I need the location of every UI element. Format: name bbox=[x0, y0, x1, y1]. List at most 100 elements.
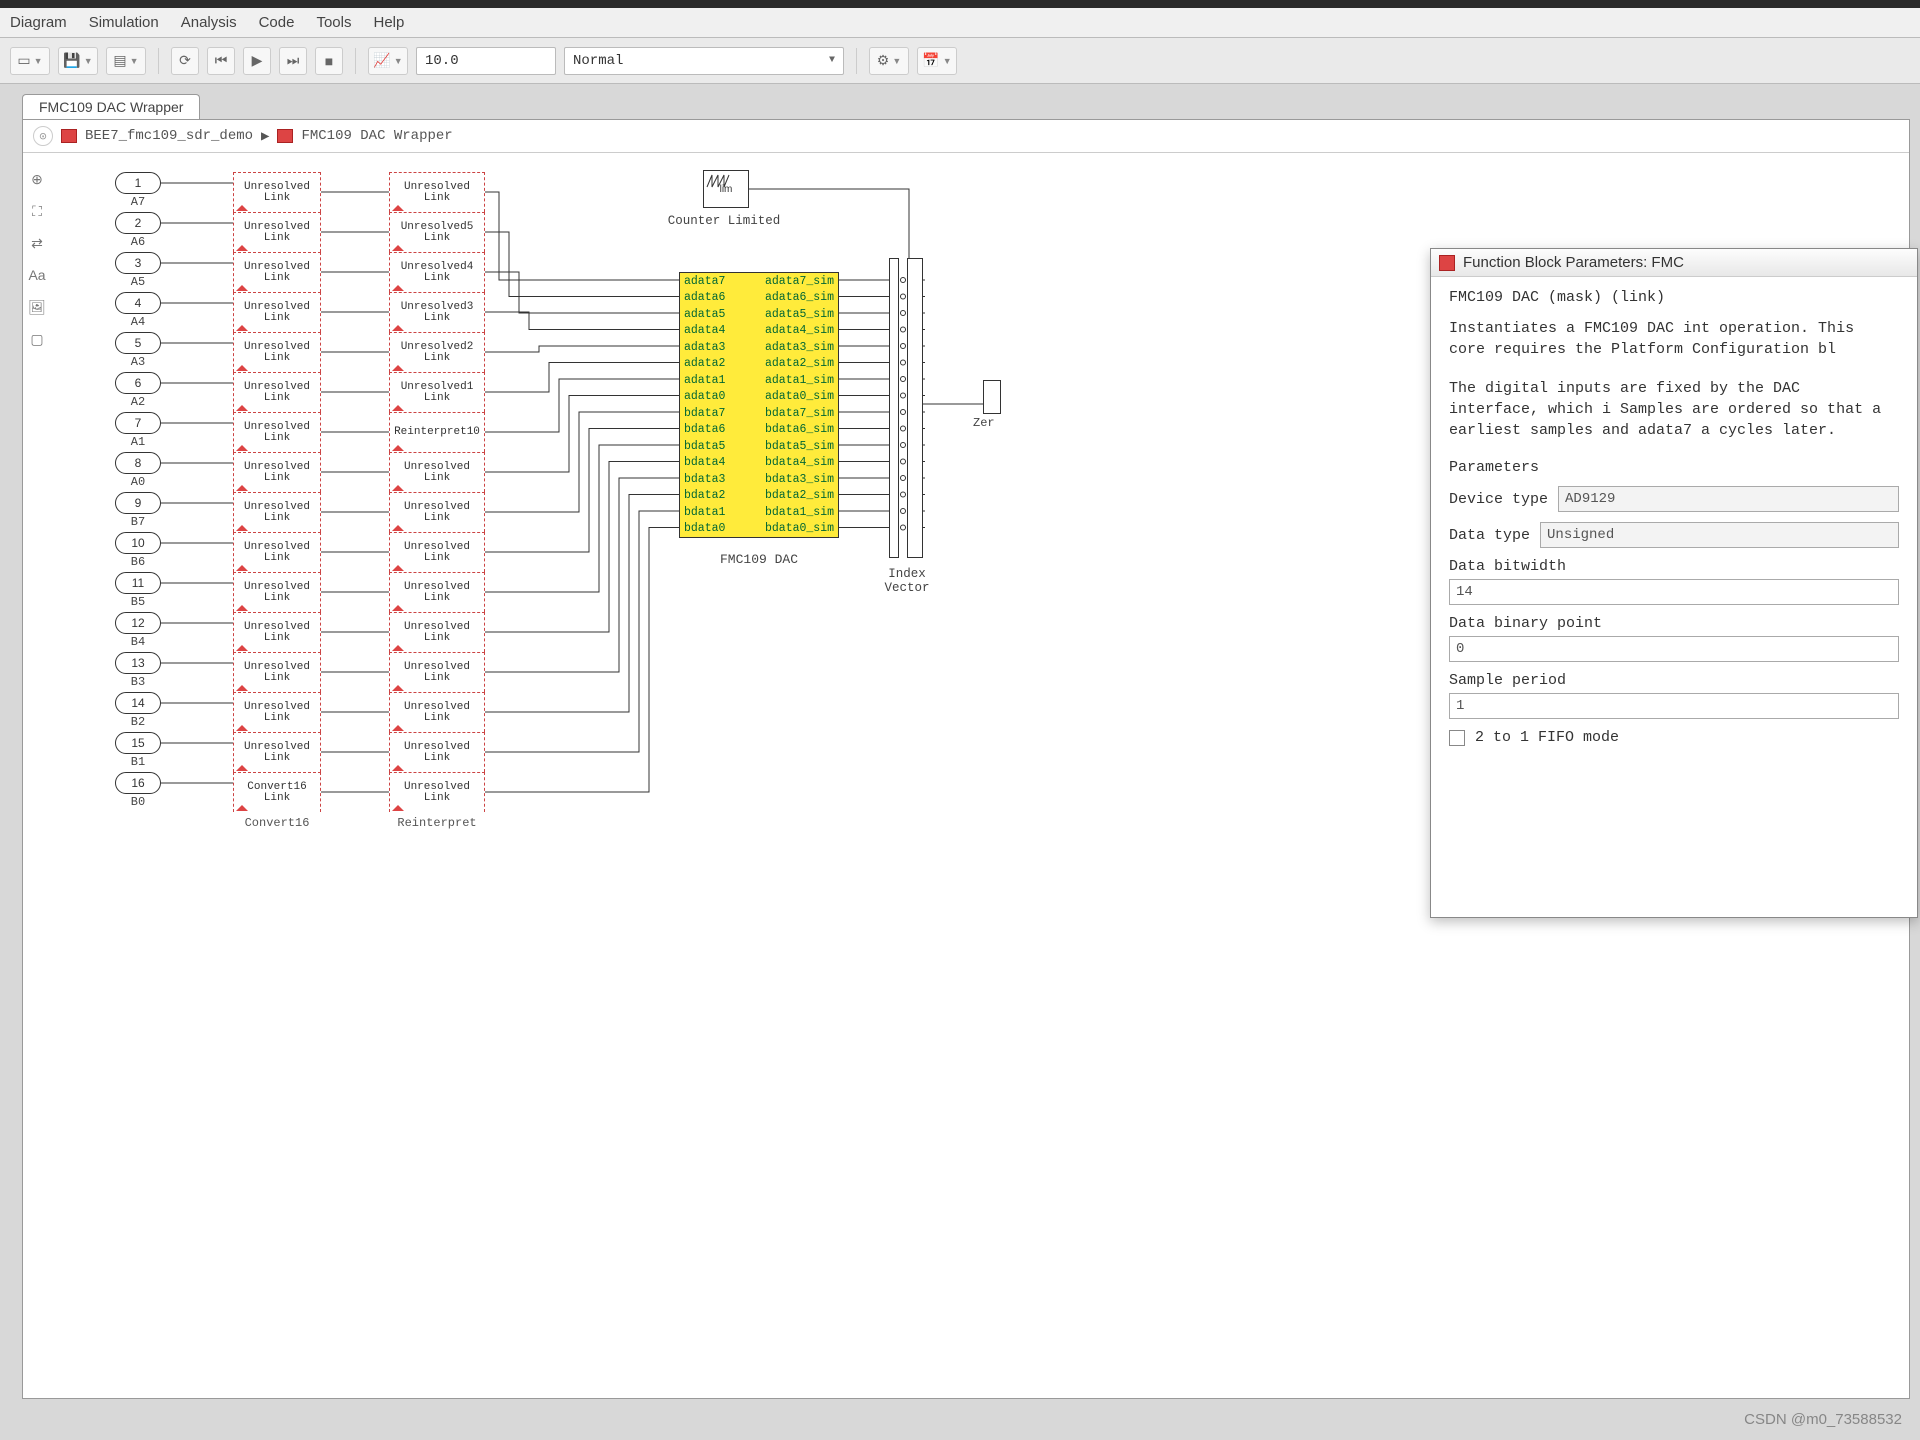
col-convert-cell-14[interactable]: UnresolvedLink bbox=[233, 732, 321, 772]
counter-limited-block[interactable]: lim bbox=[703, 170, 749, 208]
dac-row-bdata7: bdata7bdata7_sim bbox=[680, 405, 838, 422]
col-convert-cell-9[interactable]: UnresolvedLink bbox=[233, 532, 321, 572]
inport-B6[interactable]: 10B6 bbox=[115, 532, 161, 569]
col-convert-cell-8[interactable]: UnresolvedLink bbox=[233, 492, 321, 532]
dac-row-adata6: adata6adata6_sim bbox=[680, 290, 838, 307]
convert-block-column[interactable]: UnresolvedLinkUnresolvedLinkUnresolvedLi… bbox=[233, 172, 321, 830]
col-reint-cell-13[interactable]: UnresolvedLink bbox=[389, 692, 485, 732]
col-reint-cell-12[interactable]: UnresolvedLink bbox=[389, 652, 485, 692]
block-parameters-dialog[interactable]: Function Block Parameters: FMC FMC109 DA… bbox=[1430, 248, 1918, 918]
zero-block[interactable] bbox=[983, 380, 1001, 414]
breadcrumb-root[interactable]: BEE7_fmc109_sdr_demo bbox=[85, 128, 253, 144]
inport-B2[interactable]: 14B2 bbox=[115, 692, 161, 729]
inport-B5[interactable]: 11B5 bbox=[115, 572, 161, 609]
fmc109-dac-block[interactable]: adata7adata7_simadata6adata6_simadata5ad… bbox=[679, 272, 839, 538]
zero-label: Zer bbox=[973, 416, 995, 430]
inport-B0[interactable]: 16B0 bbox=[115, 772, 161, 809]
mask-heading: FMC109 DAC (mask) (link) bbox=[1449, 289, 1899, 306]
inport-B3[interactable]: 13B3 bbox=[115, 652, 161, 689]
col-reint-cell-7[interactable]: UnresolvedLink bbox=[389, 452, 485, 492]
binary-point-field[interactable] bbox=[1449, 636, 1899, 662]
image-icon[interactable]: 🖼 bbox=[28, 298, 46, 316]
inport-A3[interactable]: 5A3 bbox=[115, 332, 161, 369]
swap-icon[interactable]: ⇄ bbox=[28, 234, 46, 252]
col-reint-cell-8[interactable]: UnresolvedLink bbox=[389, 492, 485, 532]
col-convert-cell-11[interactable]: UnresolvedLink bbox=[233, 612, 321, 652]
nav-up-button[interactable]: ⊙ bbox=[33, 126, 53, 146]
col-reint-cell-9[interactable]: UnresolvedLink bbox=[389, 532, 485, 572]
menubar: Diagram Simulation Analysis Code Tools H… bbox=[0, 8, 1920, 38]
col-reint-cell-10[interactable]: UnresolvedLink bbox=[389, 572, 485, 612]
col-convert-cell-5[interactable]: UnresolvedLink bbox=[233, 372, 321, 412]
new-model-button[interactable]: ▭▼ bbox=[10, 47, 50, 75]
col-reint-cell-15[interactable]: UnresolvedLink bbox=[389, 772, 485, 812]
dac-row-adata0: adata0adata0_sim bbox=[680, 389, 838, 406]
inport-A0[interactable]: 8A0 bbox=[115, 452, 161, 489]
data-type-field[interactable] bbox=[1540, 522, 1899, 548]
col-convert-label: Convert16 bbox=[233, 816, 321, 830]
col-reint-cell-2[interactable]: Unresolved4Link bbox=[389, 252, 485, 292]
menu-tools[interactable]: Tools bbox=[316, 14, 351, 31]
fifo-checkbox[interactable] bbox=[1449, 730, 1465, 746]
col-reint-cell-3[interactable]: Unresolved3Link bbox=[389, 292, 485, 332]
menu-diagram[interactable]: Diagram bbox=[10, 14, 67, 31]
zoom-icon[interactable]: ⊕ bbox=[28, 170, 46, 188]
col-reint-cell-5[interactable]: Unresolved1Link bbox=[389, 372, 485, 412]
breadcrumb-leaf[interactable]: FMC109 DAC Wrapper bbox=[301, 128, 452, 144]
dialog-titlebar[interactable]: Function Block Parameters: FMC bbox=[1431, 249, 1917, 277]
col-convert-cell-10[interactable]: UnresolvedLink bbox=[233, 572, 321, 612]
menu-code[interactable]: Code bbox=[259, 14, 295, 31]
fit-icon[interactable]: ⛶ bbox=[28, 202, 46, 220]
col-convert-cell-4[interactable]: UnresolvedLink bbox=[233, 332, 321, 372]
col-reint-cell-0[interactable]: UnresolvedLink bbox=[389, 172, 485, 212]
col-convert-cell-3[interactable]: UnresolvedLink bbox=[233, 292, 321, 332]
index-vector-input[interactable] bbox=[889, 258, 899, 558]
menu-simulation[interactable]: Simulation bbox=[89, 14, 159, 31]
col-reint-cell-1[interactable]: Unresolved5Link bbox=[389, 212, 485, 252]
library-button[interactable]: ▤▼ bbox=[106, 47, 146, 75]
col-convert-cell-0[interactable]: UnresolvedLink bbox=[233, 172, 321, 212]
blank-tool[interactable]: ▢ bbox=[28, 330, 46, 348]
col-convert-cell-12[interactable]: UnresolvedLink bbox=[233, 652, 321, 692]
col-reint-cell-6[interactable]: Reinterpret10 bbox=[389, 412, 485, 452]
reinterpret-block-column[interactable]: UnresolvedLinkUnresolved5LinkUnresolved4… bbox=[389, 172, 485, 830]
inport-A4[interactable]: 4A4 bbox=[115, 292, 161, 329]
target-button[interactable]: 📅▼ bbox=[917, 47, 957, 75]
save-button[interactable]: 💾▼ bbox=[58, 47, 98, 75]
annotation-icon[interactable]: Aa bbox=[28, 266, 46, 284]
step-back-button[interactable]: ⏮ bbox=[207, 47, 235, 75]
model-tab[interactable]: FMC109 DAC Wrapper bbox=[22, 94, 200, 119]
menu-help[interactable]: Help bbox=[373, 14, 404, 31]
menu-analysis[interactable]: Analysis bbox=[181, 14, 237, 31]
inport-B1[interactable]: 15B1 bbox=[115, 732, 161, 769]
inport-B7[interactable]: 9B7 bbox=[115, 492, 161, 529]
sample-period-field[interactable] bbox=[1449, 693, 1899, 719]
col-convert-cell-15[interactable]: Convert16Link bbox=[233, 772, 321, 812]
simulation-mode-select[interactable]: Normal▼ bbox=[564, 47, 844, 75]
watermark: CSDN @m0_73588532 bbox=[1744, 1411, 1902, 1428]
inport-A7[interactable]: 1A7 bbox=[115, 172, 161, 209]
stop-time-field[interactable]: 10.0 bbox=[416, 47, 556, 75]
stop-button[interactable]: ■ bbox=[315, 47, 343, 75]
inport-B4[interactable]: 12B4 bbox=[115, 612, 161, 649]
bitwidth-field[interactable] bbox=[1449, 579, 1899, 605]
inport-A5[interactable]: 3A5 bbox=[115, 252, 161, 289]
inport-A2[interactable]: 6A2 bbox=[115, 372, 161, 409]
col-convert-cell-2[interactable]: UnresolvedLink bbox=[233, 252, 321, 292]
refresh-button[interactable]: ⟳ bbox=[171, 47, 199, 75]
inport-A6[interactable]: 2A6 bbox=[115, 212, 161, 249]
run-button[interactable]: ▶ bbox=[243, 47, 271, 75]
col-reint-cell-14[interactable]: UnresolvedLink bbox=[389, 732, 485, 772]
col-convert-cell-13[interactable]: UnresolvedLink bbox=[233, 692, 321, 732]
col-reint-cell-4[interactable]: Unresolved2Link bbox=[389, 332, 485, 372]
inport-A1[interactable]: 7A1 bbox=[115, 412, 161, 449]
scope-button[interactable]: 📈▼ bbox=[368, 47, 408, 75]
step-forward-button[interactable]: ⏭ bbox=[279, 47, 307, 75]
device-type-field[interactable] bbox=[1558, 486, 1899, 512]
index-vector-block[interactable] bbox=[907, 258, 923, 558]
col-convert-cell-6[interactable]: UnresolvedLink bbox=[233, 412, 321, 452]
col-convert-cell-7[interactable]: UnresolvedLink bbox=[233, 452, 321, 492]
build-button[interactable]: ⚙▼ bbox=[869, 47, 909, 75]
col-convert-cell-1[interactable]: UnresolvedLink bbox=[233, 212, 321, 252]
col-reint-cell-11[interactable]: UnresolvedLink bbox=[389, 612, 485, 652]
